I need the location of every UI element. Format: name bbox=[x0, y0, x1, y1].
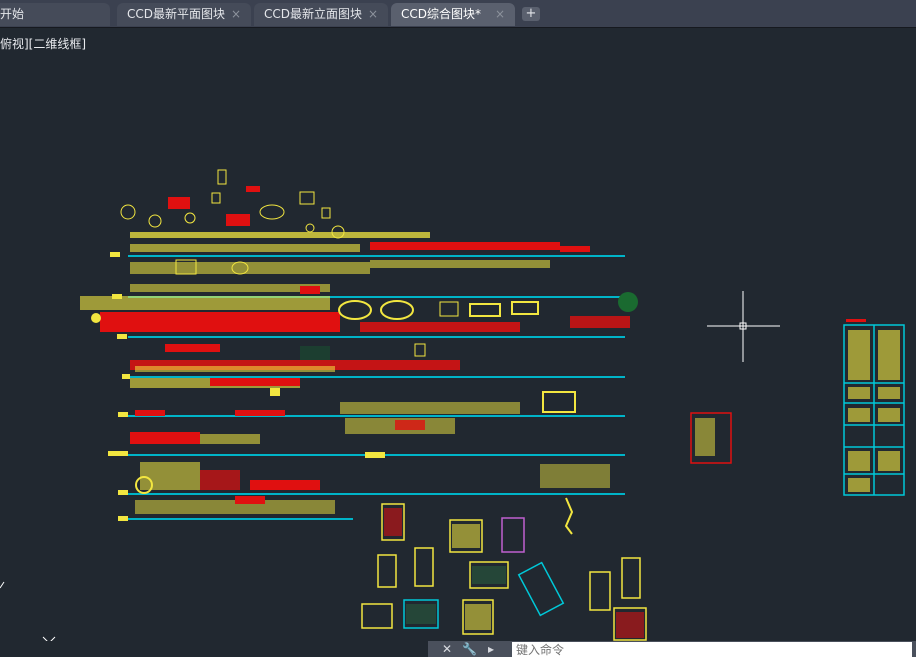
command-line: ✕ 🔧 ▸ bbox=[428, 641, 916, 657]
drawing-canvas[interactable] bbox=[0, 27, 916, 641]
block-cluster-row2 bbox=[130, 259, 550, 294]
tab-label: CCD最新平面图块 bbox=[127, 7, 225, 21]
legend-title-mark bbox=[846, 319, 866, 322]
command-prompt-icon[interactable]: ▸ bbox=[488, 642, 494, 656]
tab-plan-blocks[interactable]: CCD最新平面图块 × bbox=[117, 3, 251, 26]
crosshair-cursor bbox=[707, 291, 780, 362]
tab-label: CCD最新立面图块 bbox=[264, 7, 362, 21]
block-cluster-top bbox=[120, 169, 345, 239]
close-icon[interactable]: × bbox=[368, 3, 378, 26]
close-icon[interactable]: ✕ bbox=[442, 642, 452, 656]
wrench-icon[interactable]: 🔧 bbox=[462, 642, 477, 656]
command-input[interactable] bbox=[512, 642, 912, 657]
document-tab-bar: 开始 CCD最新平面图块 × CCD最新立面图块 × CCD综合图块* × + bbox=[0, 0, 916, 28]
stair-block bbox=[564, 497, 574, 535]
block-cluster-row7 bbox=[135, 452, 610, 494]
new-tab-icon[interactable]: + bbox=[522, 7, 540, 21]
close-icon[interactable]: × bbox=[495, 3, 505, 26]
block-cluster-row5 bbox=[130, 378, 576, 414]
row-markers bbox=[108, 252, 130, 521]
tab-elevation-blocks[interactable]: CCD最新立面图块 × bbox=[254, 3, 388, 26]
tab-start[interactable]: 开始 bbox=[0, 3, 110, 26]
block-cluster-row4 bbox=[130, 343, 460, 372]
tab-label: 开始 bbox=[0, 7, 25, 21]
close-icon[interactable]: × bbox=[231, 3, 241, 26]
floor-plan-fills bbox=[384, 508, 644, 638]
ucs-icon bbox=[0, 581, 56, 641]
block-cluster-row8 bbox=[135, 496, 335, 514]
block-cluster-row1 bbox=[130, 232, 590, 252]
side-table-block bbox=[690, 412, 732, 464]
tab-label: CCD综合图块* bbox=[401, 7, 481, 21]
tab-combined-blocks[interactable]: CCD综合图块* × bbox=[391, 3, 515, 26]
